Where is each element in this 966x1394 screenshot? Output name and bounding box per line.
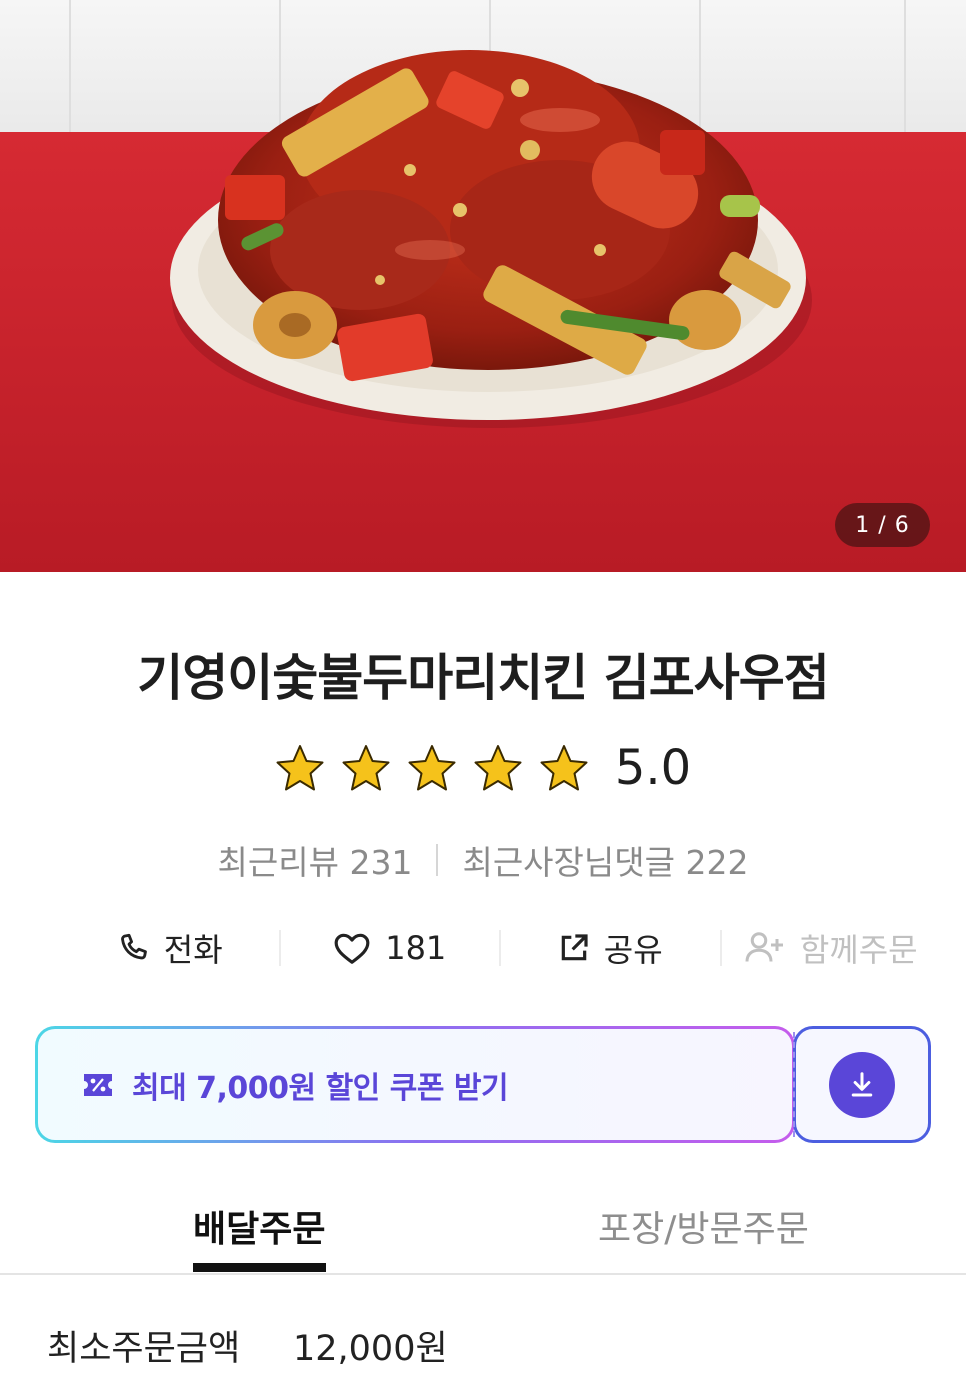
download-circle [829, 1051, 895, 1118]
coupon-perforation [793, 1032, 795, 1137]
coupon-download-button[interactable] [793, 1026, 931, 1143]
star-icon [540, 745, 588, 791]
tab-pickup[interactable]: 포장/방문주문 [598, 1200, 809, 1252]
phone-icon [120, 933, 147, 960]
share-icon [561, 934, 588, 961]
like-button[interactable]: 181 [281, 929, 500, 967]
image-counter-badge: 1 / 6 [835, 503, 930, 547]
min-order-row: 최소주문금액 12,000원 [47, 1320, 448, 1371]
min-order-value: 12,000원 [293, 1329, 448, 1369]
like-count: 181 [385, 929, 447, 967]
group-order-label: 함께주문 [799, 931, 918, 969]
star-icon [408, 745, 456, 791]
share-label: 공유 [603, 931, 663, 969]
coupon-banner[interactable]: 최대 7,000원 할인 쿠폰 받기 [35, 1026, 795, 1143]
order-type-tabs: 배달주문 포장/방문주문 [0, 1185, 966, 1275]
star-icon [474, 745, 522, 791]
coupon-text: 최대 7,000원 할인 쿠폰 받기 [132, 1070, 509, 1106]
active-tab-indicator [193, 1263, 326, 1272]
group-order-button[interactable]: 함께주문 [722, 925, 941, 971]
hero-image[interactable]: 1 / 6 [0, 0, 966, 572]
store-name: 기영이숯불두마리치킨 김포사우점 [137, 649, 829, 707]
recent-reviews-link[interactable]: 최근리뷰 231 [218, 836, 413, 884]
owner-replies-link[interactable]: 최근사장님댓글 222 [462, 836, 748, 884]
action-bar: 전화 181 공유 함께주문 [60, 918, 940, 978]
share-button[interactable]: 공유 [501, 925, 720, 971]
food-photo [0, 0, 966, 572]
review-summary: 최근리뷰 231 최근사장님댓글 222 [0, 836, 966, 884]
tab-delivery[interactable]: 배달주문 [193, 1200, 325, 1252]
heart-icon [334, 933, 370, 964]
min-order-label: 최소주문금액 [47, 1329, 241, 1369]
rating-row[interactable]: 5.0 [0, 740, 966, 796]
divider [436, 844, 439, 876]
star-rating [275, 744, 589, 792]
star-icon [276, 745, 324, 791]
rating-value: 5.0 [614, 740, 692, 796]
call-label: 전화 [163, 931, 223, 969]
call-button[interactable]: 전화 [60, 925, 279, 971]
download-icon [851, 1071, 873, 1096]
coupon-icon [84, 1073, 112, 1096]
add-user-icon [745, 932, 783, 962]
star-icon [342, 745, 390, 791]
